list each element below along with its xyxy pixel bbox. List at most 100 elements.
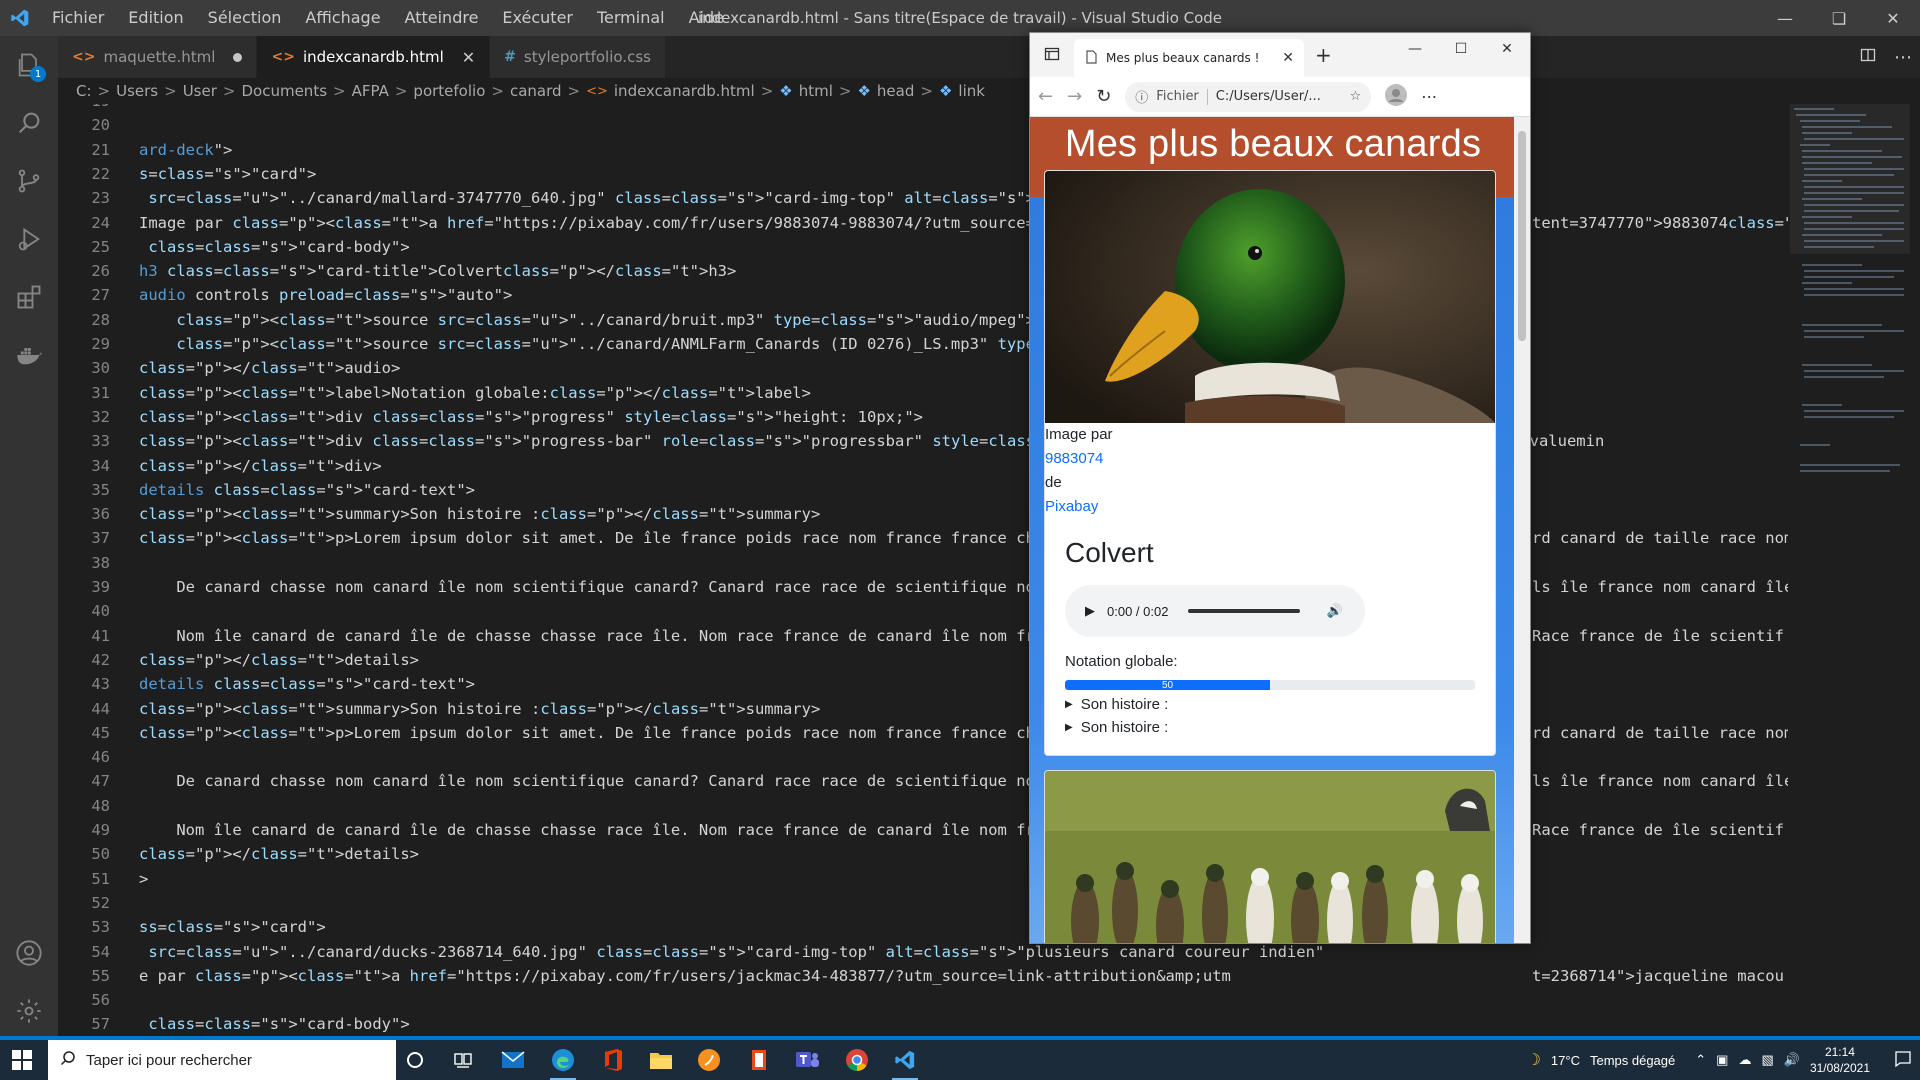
line-number: 46: [91, 748, 110, 767]
accounts-icon[interactable]: [0, 924, 58, 982]
chrome-icon[interactable]: [840, 1044, 874, 1076]
weather-temperature[interactable]: 17°C: [1551, 1053, 1580, 1068]
minimize-icon[interactable]: —: [1392, 33, 1438, 65]
weather-description[interactable]: Temps dégagé: [1590, 1053, 1675, 1068]
scrollbar-thumb[interactable]: [1518, 131, 1526, 341]
menu-atteindre[interactable]: Atteindre: [393, 0, 491, 36]
volume-icon[interactable]: 🔊: [1326, 603, 1342, 619]
tab-styleportfolio[interactable]: # styleportfolio.css: [490, 36, 666, 78]
docker-icon[interactable]: [0, 326, 58, 384]
notification-center-icon[interactable]: [1894, 1050, 1912, 1071]
tab-maquette[interactable]: <> maquette.html: [58, 36, 258, 78]
chevron-right-icon: >: [394, 82, 408, 100]
breadcrumb-item[interactable]: html: [799, 82, 833, 100]
credit-author-link[interactable]: 9883074: [1045, 447, 1495, 471]
menu-affichage[interactable]: Affichage: [293, 0, 392, 36]
menu-aide[interactable]: Aide: [677, 0, 736, 36]
tab-actions-icon[interactable]: [1044, 46, 1060, 66]
minimize-icon[interactable]: —: [1758, 0, 1812, 36]
browser-menu-icon[interactable]: ⋯: [1421, 87, 1437, 106]
breadcrumb-item[interactable]: link: [958, 82, 985, 100]
details-summary-1[interactable]: ▶ Son histoire :: [1065, 696, 1475, 713]
browser-tab[interactable]: Mes plus beaux canards ! ✕: [1074, 39, 1304, 77]
breadcrumb-item[interactable]: portefolio: [413, 82, 485, 100]
line-number: 24: [91, 213, 110, 232]
menu-terminal[interactable]: Terminal: [585, 0, 677, 36]
cortana-icon[interactable]: [398, 1044, 432, 1076]
close-icon[interactable]: ✕: [1866, 0, 1920, 36]
teams-icon[interactable]: [790, 1044, 824, 1076]
breadcrumb-item[interactable]: canard: [510, 82, 562, 100]
source-control-icon[interactable]: [0, 152, 58, 210]
search-icon[interactable]: [0, 94, 58, 152]
breadcrumb-item[interactable]: C:: [76, 82, 92, 100]
forward-arrow-icon[interactable]: →: [1067, 86, 1082, 107]
credit-pixabay-link[interactable]: Pixabay: [1045, 495, 1495, 519]
add-favorite-icon[interactable]: ☆: [1350, 89, 1362, 104]
vscode-taskbar-icon[interactable]: [888, 1044, 922, 1080]
close-tab-icon[interactable]: ✕: [462, 48, 475, 67]
modified-dot-icon: [233, 52, 243, 62]
minimap[interactable]: [1790, 104, 1910, 504]
system-clock[interactable]: 21:14 31/08/2021: [1810, 1044, 1870, 1076]
profile-avatar-icon[interactable]: [1385, 83, 1408, 110]
menu-edition[interactable]: Edition: [116, 0, 195, 36]
explorer-icon[interactable]: 1: [0, 36, 58, 94]
weather-moon-icon[interactable]: ☽: [1527, 1050, 1541, 1070]
code-line: class="p"><class="t">label>Notation glob…: [139, 383, 811, 402]
chevron-right-icon: >: [567, 82, 581, 100]
play-icon[interactable]: ▶: [1085, 603, 1095, 619]
line-number: 36: [91, 505, 110, 524]
run-debug-icon[interactable]: [0, 210, 58, 268]
maximize-icon[interactable]: ☐: [1438, 33, 1484, 65]
address-bar-row: ← → ↻ ⓘ Fichier C:/Users/User/... ☆ ⋯: [1030, 77, 1530, 117]
details-summary-2[interactable]: ▶ Son histoire :: [1065, 719, 1475, 736]
new-tab-button[interactable]: +: [1315, 43, 1332, 67]
tab-label: styleportfolio.css: [523, 48, 651, 66]
menu-selection[interactable]: Sélection: [196, 0, 294, 36]
tray-chevron-up-icon[interactable]: ⌃: [1695, 1052, 1706, 1068]
breadcrumb-item[interactable]: AFPA: [352, 82, 389, 100]
breadcrumb-item[interactable]: indexcanardb.html: [614, 82, 755, 100]
refresh-icon[interactable]: ↻: [1096, 86, 1111, 107]
menu-executer[interactable]: Exécuter: [490, 0, 585, 36]
line-number: 57: [91, 1015, 110, 1034]
phone-link-icon[interactable]: ▣: [1716, 1052, 1728, 1068]
audio-seek-bar[interactable]: [1188, 609, 1301, 613]
edge-browser-icon[interactable]: [546, 1044, 580, 1080]
breadcrumb-item[interactable]: Users: [116, 82, 158, 100]
browser-scrollbar[interactable]: [1514, 117, 1530, 943]
onedrive-cloud-icon[interactable]: ☁: [1738, 1052, 1751, 1068]
line-number: 56: [91, 991, 110, 1010]
code-line: class="p"><class="t">summary>Son histoir…: [139, 505, 821, 524]
page-favicon-icon: [1084, 49, 1098, 67]
menu-fichier[interactable]: Fichier: [40, 0, 116, 36]
windows-start-icon[interactable]: [12, 1050, 32, 1074]
restore-icon[interactable]: ❏: [1812, 0, 1866, 36]
extensions-icon[interactable]: [0, 268, 58, 326]
breadcrumb-item[interactable]: head: [877, 82, 914, 100]
paint-app-icon[interactable]: [692, 1044, 726, 1076]
address-bar[interactable]: ⓘ Fichier C:/Users/User/... ☆: [1125, 81, 1372, 112]
settings-gear-icon[interactable]: [0, 982, 58, 1040]
network-icon[interactable]: ▧: [1761, 1052, 1773, 1068]
taskbar-search-box[interactable]: Taper ici pour rechercher: [48, 1040, 396, 1080]
more-actions-icon[interactable]: ⋯: [1894, 47, 1912, 68]
breadcrumb-item[interactable]: Documents: [241, 82, 327, 100]
back-arrow-icon[interactable]: ←: [1038, 86, 1053, 107]
explorer-badge: 1: [30, 66, 46, 82]
close-tab-icon[interactable]: ✕: [1282, 50, 1294, 66]
mail-icon[interactable]: [496, 1044, 530, 1076]
file-explorer-icon[interactable]: [644, 1044, 678, 1076]
runner-ducks-image: [1045, 771, 1495, 943]
close-icon[interactable]: ✕: [1484, 33, 1530, 65]
breadcrumb-item[interactable]: User: [183, 82, 217, 100]
task-view-icon[interactable]: [446, 1044, 480, 1076]
office-app-icon[interactable]: [742, 1044, 776, 1076]
volume-icon[interactable]: 🔊: [1784, 1052, 1800, 1068]
code-line: class="p"></class="t">details>: [139, 845, 419, 864]
office-icon[interactable]: [596, 1044, 630, 1076]
split-editor-icon[interactable]: [1860, 47, 1876, 67]
tab-indexcanardb[interactable]: <> indexcanardb.html ✕: [257, 36, 491, 78]
info-icon[interactable]: ⓘ: [1135, 87, 1148, 106]
